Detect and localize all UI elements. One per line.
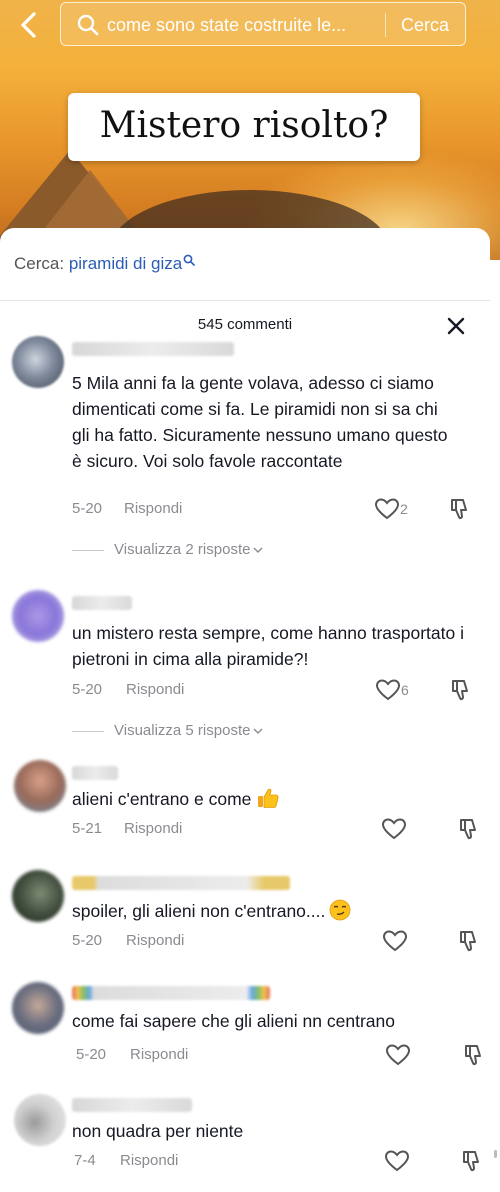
comment-text: un mistero resta sempre, come hanno tras… [72,623,464,669]
thumbs-up-emoji [258,788,279,808]
dislike-icon[interactable] [457,817,481,841]
dislike-icon[interactable] [448,497,472,521]
heart-icon[interactable] [374,497,400,521]
chevron-down-icon [253,728,263,735]
search-icon [77,14,99,36]
like-count: 2 [400,501,408,517]
top-bar: come sono state costruite le... Cerca [0,0,500,50]
username-blurred[interactable] [72,596,132,610]
dislike-icon[interactable] [449,678,473,702]
username-blurred[interactable] [72,342,234,356]
search-query[interactable]: come sono state costruite le... [107,3,397,47]
heart-icon[interactable] [385,1043,411,1067]
username-blurred[interactable] [72,766,118,780]
replies-line [72,730,104,732]
replies-line [72,549,104,551]
search-icon [183,254,196,266]
comment-date: 5-20 [72,681,103,698]
heart-icon[interactable] [375,678,401,702]
comment-date: 5-21 [72,820,103,837]
username-blurred[interactable] [72,986,270,1000]
comment-text: non quadra per niente [72,1121,244,1141]
heart-icon[interactable] [381,817,407,841]
reply-button[interactable]: Rispondi [124,500,182,517]
chevron-down-icon [253,547,263,554]
reply-button[interactable]: Rispondi [124,820,182,837]
comments-count: 545 commenti [197,316,293,333]
search-divider [385,13,386,37]
divider [0,300,490,301]
close-icon[interactable] [444,314,468,338]
comment-text: spoiler, gli alieni non c'entrano.... [72,898,472,924]
search-bar[interactable]: come sono state costruite le... Cerca [60,2,466,46]
comment-text: 5 Mila anni fa la gente volava, adesso c… [72,373,448,471]
heart-icon[interactable] [382,929,408,953]
chevron-left-icon [21,12,36,38]
comment-date: 5-20 [72,500,103,517]
avatar[interactable] [12,336,64,388]
avatar[interactable] [12,590,64,642]
comment-text: alieni c'entrano e come [72,786,472,812]
dislike-icon[interactable] [462,1043,486,1067]
smirking-face-emoji [329,899,351,921]
suggestion-keyword[interactable]: piramidi di giza [69,254,182,273]
search-suggestion[interactable]: Cerca: piramidi di giza [14,254,196,274]
video-title-card: Mistero risolto? [68,93,420,161]
view-replies-button[interactable]: Visualizza 5 risposte [72,722,264,739]
suggestion-prefix: Cerca: [14,254,65,273]
comment-text-content: alieni c'entrano e come [72,789,252,809]
username-blurred[interactable] [72,1098,192,1112]
comment-text-content: spoiler, gli alieni non c'entrano.... [72,901,326,921]
comment-text: come fai sapere che gli alieni nn centra… [72,1011,395,1031]
view-replies-button[interactable]: Visualizza 2 risposte [72,541,264,558]
avatar[interactable] [14,1094,66,1146]
comment-date: 5-20 [72,932,103,949]
dislike-icon[interactable] [460,1149,484,1173]
video-title-text: Mistero risolto? [99,105,389,146]
like-count: 6 [401,682,409,698]
view-replies-label: Visualizza 2 risposte [114,541,251,558]
search-button[interactable]: Cerca [401,3,449,47]
avatar[interactable] [14,760,66,812]
comment-date: 7-4 [74,1152,96,1169]
comment-date: 5-20 [76,1046,107,1063]
reply-button[interactable]: Rispondi [126,932,184,949]
scrollbar[interactable] [494,1150,497,1158]
heart-icon[interactable] [384,1149,410,1173]
reply-button[interactable]: Rispondi [130,1046,188,1063]
dislike-icon[interactable] [457,929,481,953]
reply-button[interactable]: Rispondi [120,1152,178,1169]
username-blurred[interactable] [72,876,290,890]
avatar[interactable] [12,870,64,922]
back-button[interactable] [14,8,44,42]
avatar[interactable] [12,982,64,1034]
reply-button[interactable]: Rispondi [126,681,184,698]
view-replies-label: Visualizza 5 risposte [114,722,251,739]
